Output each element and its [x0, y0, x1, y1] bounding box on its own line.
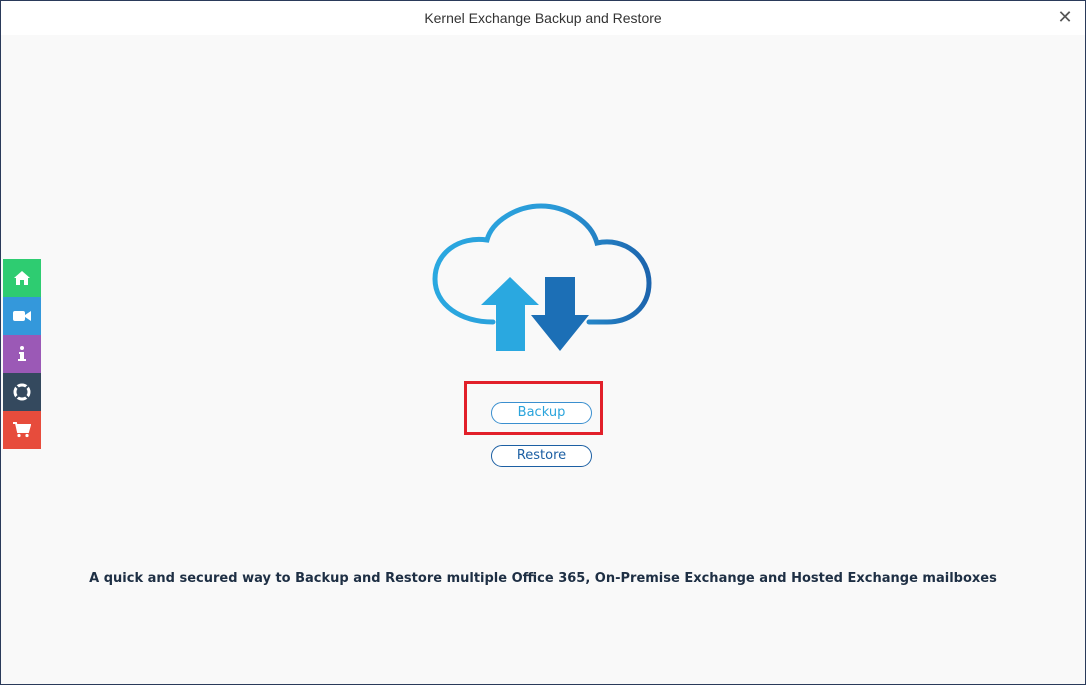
window-title: Kernel Exchange Backup and Restore [424, 10, 662, 26]
cloud-upload-download-icon [432, 203, 652, 351]
video-camera-icon [13, 311, 31, 321]
sidebar-item-video[interactable] [3, 297, 41, 335]
restore-button[interactable]: Restore [491, 445, 592, 467]
tagline: A quick and secured way to Backup and Re… [89, 571, 997, 586]
sidebar-item-info[interactable] [3, 335, 41, 373]
sidebar-item-home[interactable] [3, 259, 41, 297]
backup-button[interactable]: Backup [491, 402, 592, 424]
sidebar [3, 259, 41, 449]
lifebuoy-icon [13, 383, 31, 401]
sidebar-item-buy[interactable] [3, 411, 41, 449]
home-icon [14, 271, 30, 285]
sidebar-item-support[interactable] [3, 373, 41, 411]
info-icon [18, 346, 26, 361]
title-bar: Kernel Exchange Backup and Restore ✕ [1, 1, 1085, 35]
cart-icon [13, 422, 31, 438]
app-window: Kernel Exchange Backup and Restore ✕ Bac… [0, 0, 1086, 685]
close-icon: ✕ [1057, 7, 1073, 27]
close-button[interactable]: ✕ [1055, 7, 1075, 27]
